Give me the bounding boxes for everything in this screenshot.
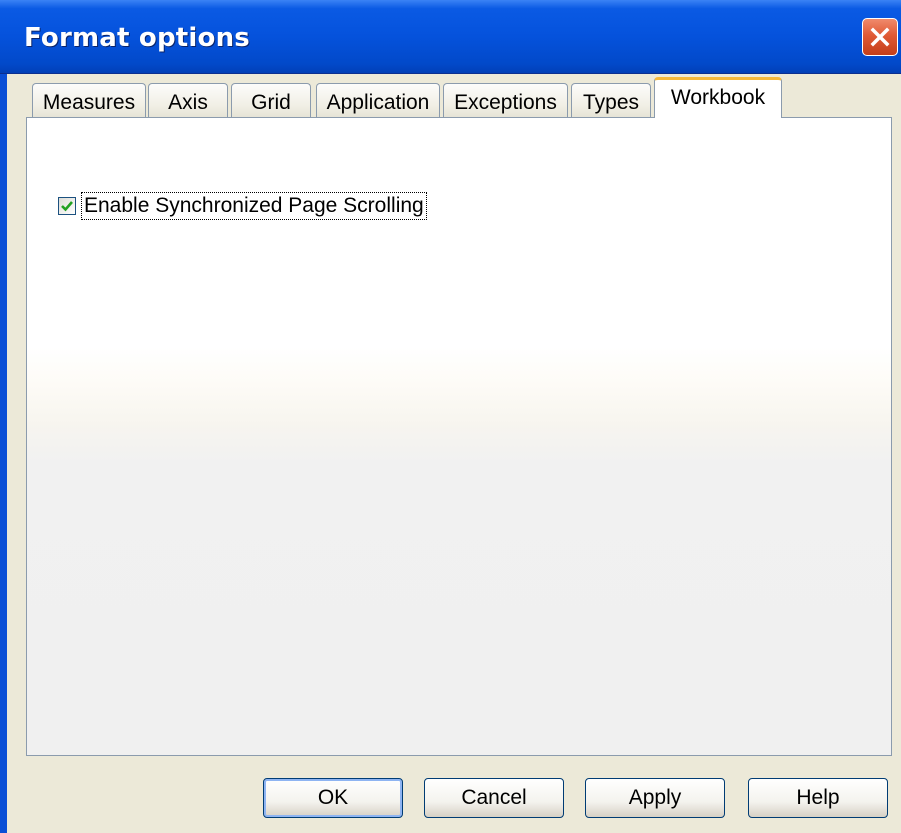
tab-measures[interactable]: Measures — [32, 83, 146, 120]
tab-grid[interactable]: Grid — [231, 83, 311, 120]
close-icon — [870, 27, 890, 47]
tab-types[interactable]: Types — [571, 83, 651, 120]
tab-axis[interactable]: Axis — [148, 83, 228, 120]
sync-scrolling-checkbox[interactable] — [58, 197, 76, 215]
help-button[interactable]: Help — [748, 778, 888, 818]
title-bar[interactable]: Format options — [0, 0, 901, 74]
sync-scrolling-option[interactable]: Enable Synchronized Page Scrolling — [58, 191, 427, 221]
window-title: Format options — [24, 23, 250, 53]
apply-button[interactable]: Apply — [585, 778, 725, 818]
tab-application[interactable]: Application — [316, 83, 440, 120]
close-button[interactable] — [862, 18, 898, 56]
workbook-tab-panel: Enable Synchronized Page Scrolling — [26, 117, 892, 756]
window-frame — [0, 74, 7, 833]
sync-scrolling-label: Enable Synchronized Page Scrolling — [81, 192, 427, 220]
cancel-button[interactable]: Cancel — [424, 778, 564, 818]
ok-button[interactable]: OK — [263, 778, 403, 818]
format-options-dialog: Format options Measures Axis Grid Applic… — [0, 0, 901, 833]
checkmark-icon — [61, 201, 73, 212]
tab-exceptions[interactable]: Exceptions — [443, 83, 568, 120]
tab-workbook[interactable]: Workbook — [654, 77, 782, 118]
